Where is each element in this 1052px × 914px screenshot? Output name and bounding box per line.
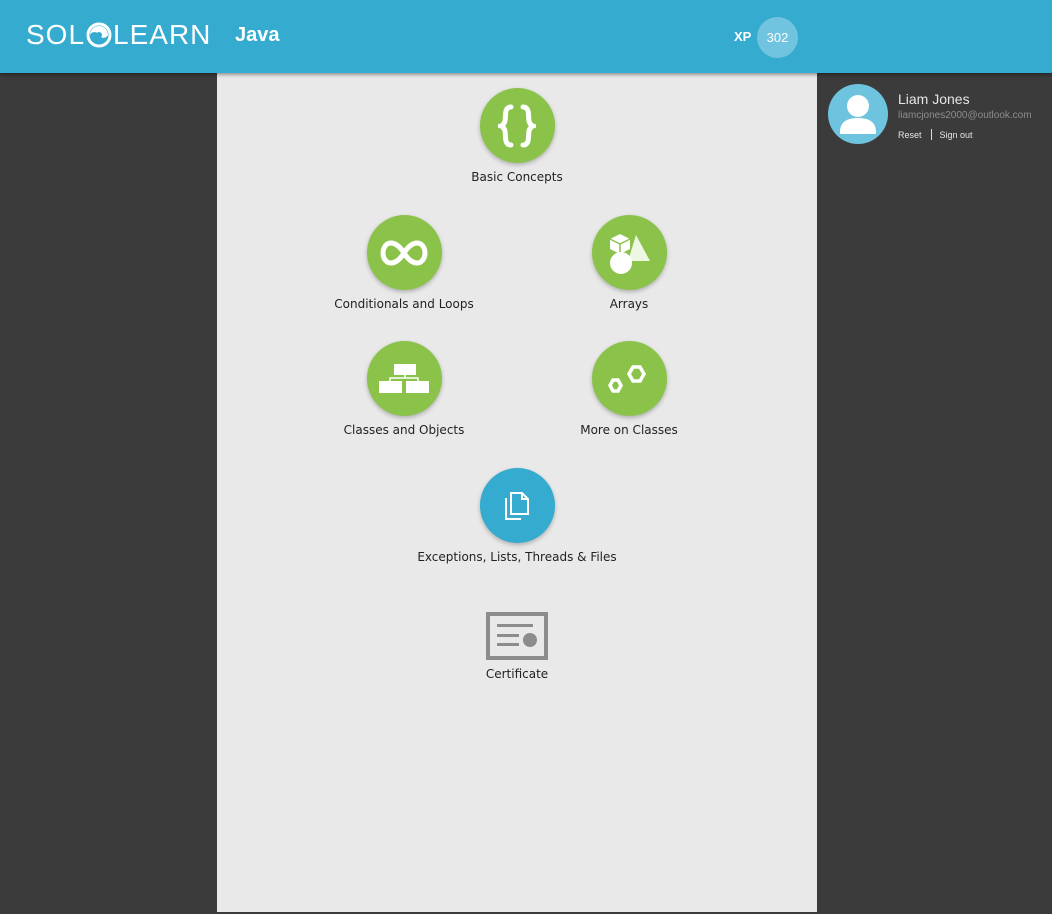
hexagons-icon <box>608 364 647 393</box>
swirl-icon <box>86 22 112 48</box>
hierarchy-icon <box>379 363 429 393</box>
module-circle[interactable] <box>591 215 667 290</box>
certificate-node[interactable]: Certificate <box>397 612 637 681</box>
avatar[interactable] <box>828 84 888 144</box>
profile-email: liamcjones2000@outlook.com <box>898 110 1032 121</box>
divider <box>930 129 932 140</box>
infinity-icon <box>380 239 428 266</box>
module-circle[interactable] <box>366 215 442 290</box>
module-label: Exceptions, Lists, Threads & Files <box>417 550 617 564</box>
module-circle[interactable] <box>591 341 667 416</box>
module-classes-and-objects[interactable]: Classes and Objects <box>284 341 524 437</box>
module-circle[interactable] <box>479 88 555 163</box>
profile-actions: Reset Sign out <box>898 129 973 140</box>
user-icon <box>840 95 876 134</box>
xp-label: XP <box>734 29 752 44</box>
module-label: Arrays <box>609 297 649 311</box>
module-more-on-classes[interactable]: More on Classes <box>509 341 749 437</box>
sololearn-logo[interactable]: SOL LEARN <box>26 19 211 51</box>
logo-text-right: LEARN <box>113 19 212 50</box>
braces-icon <box>498 104 536 147</box>
module-label: Conditionals and Loops <box>334 297 474 311</box>
copy-pages-icon <box>505 491 529 520</box>
logo-text-left: SOL <box>26 19 86 50</box>
sign-out-link[interactable]: Sign out <box>940 130 973 140</box>
course-title: Java <box>235 24 280 46</box>
module-label: Basic Concepts <box>471 170 563 184</box>
module-circle[interactable] <box>479 468 555 543</box>
xp-badge: 302 <box>757 17 798 58</box>
certificate-icon <box>486 612 548 660</box>
top-header: SOL LEARN Java XP 302 <box>0 0 1052 73</box>
module-basic-concepts[interactable]: Basic Concepts <box>397 88 637 184</box>
shapes-icon <box>609 233 650 274</box>
module-circle[interactable] <box>366 341 442 416</box>
module-label: Classes and Objects <box>343 423 465 437</box>
module-label: More on Classes <box>580 423 678 437</box>
reset-link[interactable]: Reset <box>898 130 922 140</box>
profile-name: Liam Jones <box>898 91 970 107</box>
course-map: Basic Concepts Conditionals and Loops Ar… <box>217 73 817 912</box>
module-exceptions-lists-threads-files[interactable]: Exceptions, Lists, Threads & Files <box>397 468 637 564</box>
certificate-label: Certificate <box>485 667 549 681</box>
module-conditionals-and-loops[interactable]: Conditionals and Loops <box>284 215 524 311</box>
module-arrays[interactable]: Arrays <box>509 215 749 311</box>
